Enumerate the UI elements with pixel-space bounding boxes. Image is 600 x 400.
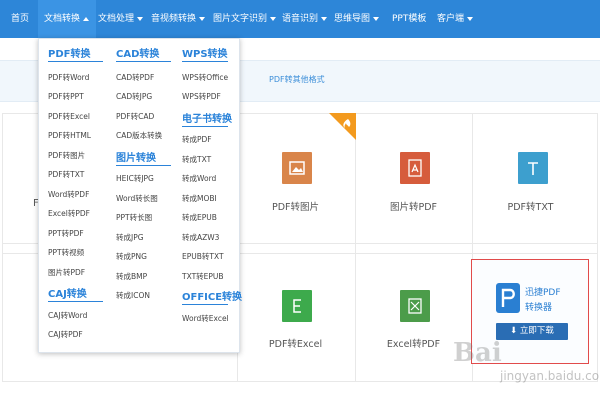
nav-item-label: 思维导图 — [334, 14, 371, 24]
menu-item-txt-to-epub[interactable]: TXT转EPUB — [182, 271, 224, 282]
caret-down-icon — [199, 16, 206, 21]
heading-rule — [182, 304, 228, 305]
heading-rule — [116, 61, 171, 62]
ebook-convert-heading: 电子书转换 — [182, 114, 232, 125]
menu-item-epub-to-txt[interactable]: EPUB转TXT — [182, 251, 224, 262]
menu-item-pdf-to-word[interactable]: PDF转Word — [48, 72, 89, 83]
heading-rule — [182, 61, 228, 62]
menu-item-pdf-to-txt[interactable]: PDF转TXT — [48, 169, 84, 180]
menu-item-to-icon[interactable]: 转成ICON — [116, 290, 150, 301]
menu-item-wps-to-office[interactable]: WPS转Office — [182, 72, 228, 83]
menu-item-pdf-to-html[interactable]: PDF转HTML — [48, 130, 91, 141]
pdf-to-other-link[interactable]: PDF转其他格式 — [269, 74, 325, 85]
menu-item-pdf-to-image[interactable]: PDF转图片 — [48, 150, 85, 161]
nav-item-mindmap[interactable]: 思维导图 — [334, 0, 380, 38]
tile-pdf-to-txt[interactable]: PDF转TXT — [472, 199, 589, 213]
cad-convert-heading: CAD转换 — [116, 49, 160, 60]
caret-down-icon — [321, 16, 328, 21]
tile-pdf-to-image[interactable]: PDF转图片 — [237, 199, 354, 213]
watermark-url: jingyan.baidu.com — [500, 369, 600, 383]
app-logo-icon — [496, 283, 520, 313]
nav-item-client[interactable]: 客户端 — [437, 0, 474, 38]
menu-item-ebook-to-mobi[interactable]: 转成MOBI — [182, 193, 217, 204]
tile-image-to-pdf[interactable]: 图片转PDF — [355, 199, 472, 213]
nav-item-label: 客户端 — [437, 14, 465, 24]
menu-item-ppt-to-video[interactable]: PPT转视频 — [48, 247, 84, 258]
pdf-convert-heading: PDF转换 — [48, 49, 91, 60]
heading-rule — [48, 301, 103, 302]
menu-item-cad-version[interactable]: CAD版本转换 — [116, 130, 162, 141]
download-button-label: 立即下载 — [519, 326, 554, 336]
menu-item-ppt-to-long-image[interactable]: PPT转长图 — [116, 212, 152, 223]
tile-pdf-to-excel[interactable]: PDF转Excel — [237, 336, 354, 350]
caret-down-icon — [137, 16, 144, 21]
wps-convert-heading: WPS转换 — [182, 49, 228, 60]
nav-item-doc-convert[interactable]: 文档转换 — [38, 0, 96, 38]
menu-item-image-to-pdf[interactable]: 图片转PDF — [48, 267, 85, 278]
office-convert-heading: OFFICE转换 — [182, 292, 243, 303]
caret-down-icon — [373, 16, 380, 21]
menu-item-excel-to-pdf[interactable]: Excel转PDF — [48, 208, 90, 219]
menu-item-word-to-excel[interactable]: Word转Excel — [182, 313, 229, 324]
ad-subtitle: 转换器 — [525, 303, 553, 313]
image-icon[interactable] — [282, 152, 312, 184]
nav-item-av-convert[interactable]: 音视频转换 — [151, 0, 206, 38]
menu-item-caj-to-pdf[interactable]: CAJ转PDF — [48, 329, 83, 340]
download-icon: ⬇ — [510, 326, 520, 336]
text-icon[interactable] — [518, 152, 548, 184]
nav-item-label: 语音识别 — [282, 14, 319, 24]
grid-line — [2, 113, 3, 381]
menu-item-to-jpg[interactable]: 转成JPG — [116, 232, 144, 243]
menu-item-pdf-to-excel[interactable]: PDF转Excel — [48, 111, 90, 122]
menu-item-ebook-to-azw3[interactable]: 转成AZW3 — [182, 232, 219, 243]
menu-item-to-png[interactable]: 转成PNG — [116, 251, 147, 262]
caret-down-icon — [270, 16, 277, 21]
menu-item-caj-to-word[interactable]: CAJ转Word — [48, 310, 87, 321]
menu-item-ppt-to-pdf[interactable]: PPT转PDF — [48, 228, 84, 239]
grid-line — [597, 113, 598, 381]
menu-item-word-to-pdf[interactable]: Word转PDF — [48, 189, 89, 200]
menu-item-pdf-to-ppt[interactable]: PDF转PPT — [48, 91, 84, 102]
menu-item-ebook-to-epub[interactable]: 转成EPUB — [182, 212, 217, 223]
menu-item-cad-to-jpg[interactable]: CAD转JPG — [116, 91, 152, 102]
nav-item-ocr[interactable]: 图片文字识别 — [213, 0, 277, 38]
menu-item-to-bmp[interactable]: 转成BMP — [116, 271, 147, 282]
image-convert-heading: 图片转换 — [116, 153, 156, 164]
heading-rule — [48, 61, 103, 62]
menu-item-pdf-to-cad[interactable]: PDF转CAD — [116, 111, 154, 122]
nav-item-speech[interactable]: 语音识别 — [282, 0, 328, 38]
heading-rule — [182, 126, 228, 127]
ad-title: 迅捷PDF — [525, 288, 561, 298]
nav-item-label: 图片文字识别 — [213, 14, 268, 24]
nav-item-ppt[interactable]: PPT模板 — [392, 0, 426, 38]
nav-item-label: 音视频转换 — [151, 14, 197, 24]
caret-down-icon — [467, 16, 474, 21]
menu-item-wps-to-pdf[interactable]: WPS转PDF — [182, 91, 221, 102]
nav-item-doc-process[interactable]: 文档处理 — [98, 0, 144, 38]
menu-item-ebook-to-pdf[interactable]: 转成PDF — [182, 134, 212, 145]
nav-item-label: 文档转换 — [44, 14, 81, 24]
caj-convert-heading: CAJ转换 — [48, 289, 87, 300]
doc-convert-dropdown: PDF转换 PDF转Word PDF转PPT PDF转Excel PDF转HTM… — [38, 38, 243, 353]
caret-up-icon — [83, 16, 90, 21]
nav-item-label: 文档处理 — [98, 14, 135, 24]
pdf-icon[interactable] — [400, 152, 430, 184]
fire-icon — [329, 113, 356, 140]
nav-item-home[interactable]: 首页 — [11, 0, 29, 38]
download-button[interactable]: ⬇ 立即下载 — [496, 323, 568, 340]
menu-item-ebook-to-txt[interactable]: 转成TXT — [182, 154, 211, 165]
baidu-watermark: Bai — [453, 338, 502, 368]
menu-item-ebook-to-word[interactable]: 转成Word — [182, 173, 216, 184]
excel-icon[interactable] — [282, 290, 312, 322]
heading-rule — [116, 165, 171, 166]
menu-item-heic-to-jpg[interactable]: HEIC转JPG — [116, 173, 154, 184]
pdf-excel-icon[interactable] — [400, 290, 430, 322]
top-nav-bar: 首页 文档转换 文档处理 音视频转换 图片文字识别 语音识别 思维导图 PPT模… — [0, 0, 600, 38]
menu-item-cad-to-pdf[interactable]: CAD转PDF — [116, 72, 154, 83]
menu-item-word-to-long-image[interactable]: Word转长图 — [116, 193, 158, 204]
